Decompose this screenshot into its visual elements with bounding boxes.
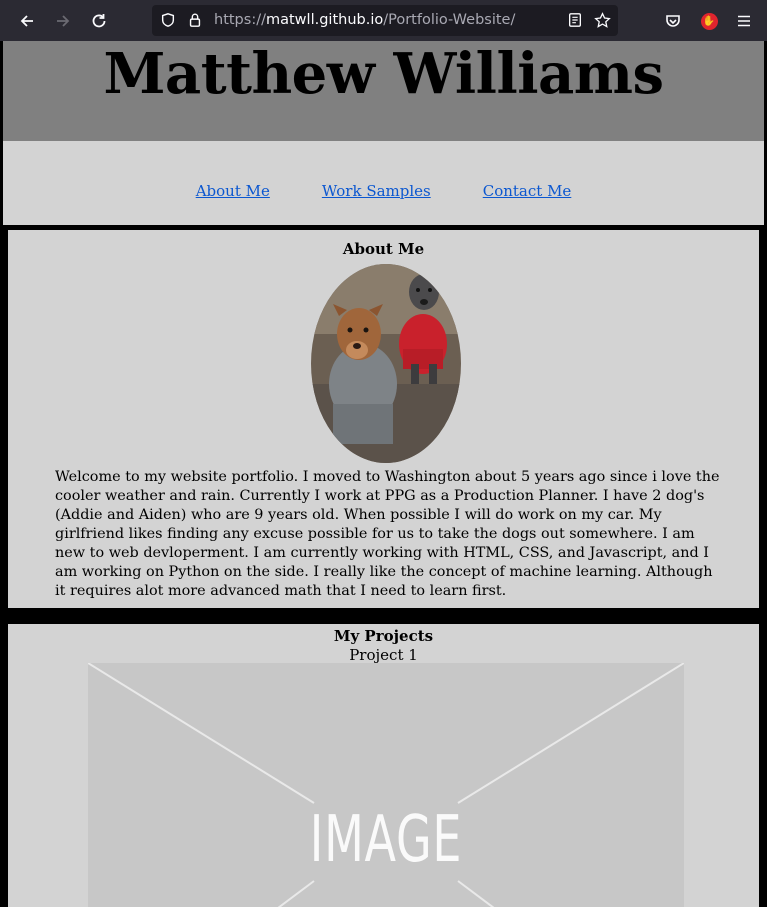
url-path: /Portfolio-Website/ <box>383 12 516 28</box>
pocket-icon <box>666 15 680 27</box>
adblock-hand-icon: ✋ <box>700 12 718 30</box>
forward-button[interactable] <box>50 8 76 34</box>
site-nav: About Me Work Samples Contact Me <box>3 141 764 225</box>
page-viewport: Matthew Williams About Me Work Samples C… <box>0 41 767 907</box>
url-host: matwll.github.io <box>265 12 384 28</box>
reader-view-icon[interactable] <box>566 11 584 29</box>
lock-icon[interactable] <box>186 11 204 29</box>
site-title: Matthew Williams <box>103 41 664 107</box>
site-header: Matthew Williams <box>3 41 764 141</box>
about-section: About Me Welcome to my website portfolio… <box>3 225 764 613</box>
url-text[interactable]: https://matwll.github.io/Portfolio-Websi… <box>214 12 515 28</box>
url-scheme: https:// <box>214 12 266 28</box>
forward-arrow-icon <box>57 15 70 27</box>
hamburger-menu-icon <box>738 15 750 27</box>
bookmark-star-icon[interactable] <box>593 11 611 29</box>
tracking-protection-shield-icon[interactable] <box>159 11 177 29</box>
pocket-button[interactable] <box>660 8 686 34</box>
projects-title: My Projects <box>333 627 434 645</box>
reload-button[interactable] <box>86 8 112 34</box>
about-title: About Me <box>342 240 425 258</box>
projects-section: My Projects Project 1 IMAGE <box>3 619 764 907</box>
menu-button[interactable] <box>731 8 757 34</box>
nav-link-about-me[interactable]: About Me <box>196 182 270 200</box>
extension-button[interactable]: ✋ <box>696 8 722 34</box>
placeholder-image-text: IMAGE <box>309 803 463 877</box>
back-arrow-icon <box>20 15 33 27</box>
browser-toolbar: https://matwll.github.io/Portfolio-Websi… <box>0 0 767 41</box>
project-image-placeholder[interactable]: IMAGE <box>88 663 684 907</box>
dogs-photo <box>311 264 461 463</box>
reload-icon <box>92 14 106 28</box>
nav-link-work-samples[interactable]: Work Samples <box>322 182 431 200</box>
back-button[interactable] <box>14 8 40 34</box>
project-1-label: Project 1 <box>349 646 418 664</box>
nav-link-contact-me[interactable]: Contact Me <box>483 182 572 200</box>
address-bar[interactable]: https://matwll.github.io/Portfolio-Websi… <box>152 5 618 36</box>
about-paragraph: Welcome to my website portfolio. I moved… <box>55 469 720 599</box>
